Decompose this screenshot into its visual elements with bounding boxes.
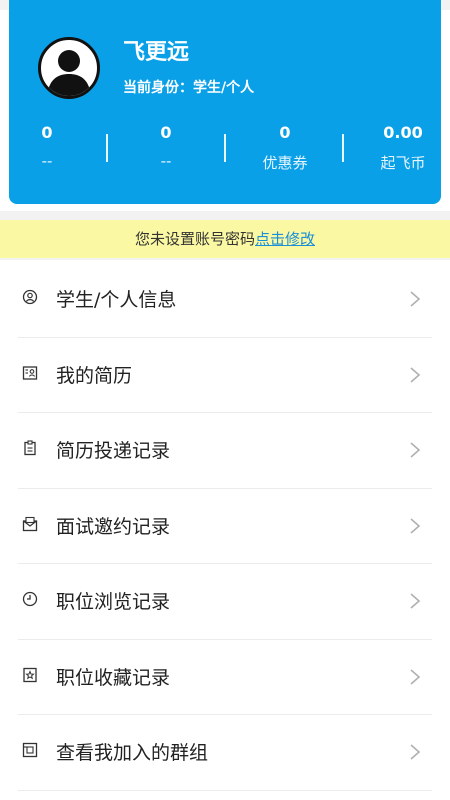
chevron-right-icon [410,668,421,685]
menu-item-label: 面试邀约记录 [56,515,171,538]
stat-2[interactable]: 0 -- [111,118,221,170]
user-name: 飞更远 [123,40,190,65]
menu-item-resume-delivery[interactable]: 简历投递记录 [18,413,432,489]
stat-label: -- [160,152,172,170]
stat-divider [106,134,108,162]
menu-item-my-groups[interactable]: 查看我加入的群组 [18,715,432,791]
stat-value: 0 [41,123,53,142]
stat-coin[interactable]: 0.00 起飞币 [348,118,450,173]
menu-item-label: 职位收藏记录 [56,666,171,689]
stat-coupon[interactable]: 0 优惠券 [230,118,340,173]
avatar-person-icon [47,50,91,96]
stat-value: 0 [160,123,172,142]
chevron-right-icon [410,744,421,760]
change-password-link[interactable]: 点击修改 [255,230,315,248]
stats-row: 0 -- 0 -- 0 优惠券 0.00 起飞币 [9,118,441,188]
group-icon [22,742,38,758]
stat-value: 0 [279,123,291,142]
stat-label: 优惠券 [262,154,308,172]
stat-value: 0.00 [383,123,423,142]
menu-item-user-info[interactable]: 学生/个人信息 [18,262,432,338]
chevron-right-icon [410,291,421,307]
stat-divider [342,134,344,162]
menu-item-label: 职位浏览记录 [56,591,171,613]
avatar[interactable] [38,37,100,99]
menu-item-label: 简历投递记录 [56,440,171,462]
notice-banner: 您未设置账号密码点击修改 [0,220,450,258]
menu-list: 学生/个人信息 我的简历 简历投递记录 面试邀约记录 职位浏览记录 职位收藏记录… [0,262,450,791]
chevron-right-icon [410,442,421,458]
stat-label: -- [41,152,53,170]
notice-text: 您未设置账号密码 [134,230,255,248]
menu-item-resume[interactable]: 我的简历 [18,338,432,413]
menu-item-label: 我的简历 [56,364,133,387]
favorite-icon [23,667,37,682]
menu-item-label: 查看我加入的群组 [56,742,209,764]
stat-divider [224,134,226,162]
chevron-right-icon [410,366,421,383]
chevron-right-icon [410,517,421,534]
user-info-icon [22,289,38,305]
chevron-right-icon [410,593,421,609]
clock-icon [22,591,38,607]
resume-icon [22,365,38,380]
menu-item-browse-history[interactable]: 职位浏览记录 [18,564,432,640]
current-identity: 当前身份：学生/个人 [123,80,255,96]
menu-item-label: 学生/个人信息 [56,289,177,311]
resume-delivery-icon [24,440,36,456]
interview-invite-icon [22,516,38,531]
stat-1[interactable]: 0 -- [0,118,102,170]
menu-item-favorites[interactable]: 职位收藏记录 [18,640,432,715]
stat-label: 起飞币 [380,154,426,172]
menu-item-interview-invite[interactable]: 面试邀约记录 [18,489,432,564]
profile-card: 飞更远 当前身份：学生/个人 0 -- 0 -- 0 优惠券 0.00 起飞币 [9,0,441,204]
password-notice: 您未设置账号密码点击修改 [0,211,450,260]
